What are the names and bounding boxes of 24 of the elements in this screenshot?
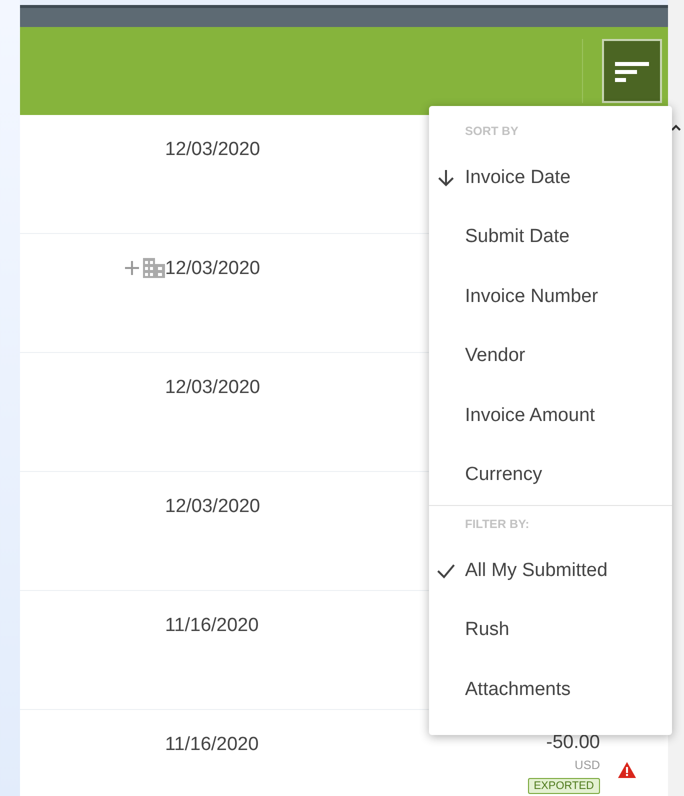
invoice-date: 11/16/2020 xyxy=(165,733,260,757)
menu-item[interactable]: Rush xyxy=(429,600,672,660)
invoice-date: 12/03/2020 xyxy=(165,257,262,281)
menu-item[interactable]: Attachments xyxy=(429,660,672,720)
invoice-date: 12/03/2020 xyxy=(165,138,262,162)
menu-item[interactable]: Submit Date xyxy=(429,208,672,267)
invoice-date: 11/16/2020 xyxy=(165,614,260,638)
menu-item[interactable]: Vendor xyxy=(429,326,672,386)
scroll-up-icon[interactable] xyxy=(671,124,681,131)
status-badge: EXPORTED xyxy=(528,778,600,794)
menu-item[interactable]: Currency xyxy=(429,446,672,505)
currency-code: USD xyxy=(574,758,600,772)
menu-heading: FILTER BY: xyxy=(464,516,530,533)
menu-heading: SORT BY xyxy=(464,123,520,140)
menu-item[interactable]: Invoice Date xyxy=(429,148,672,208)
menu-item[interactable]: Invoice Amount xyxy=(429,386,672,446)
menu-item[interactable]: Invoice Number xyxy=(429,267,672,326)
invoice-amount: -50.00 xyxy=(546,732,600,754)
building-icon xyxy=(143,258,165,278)
sort-button[interactable] xyxy=(602,38,662,103)
menu-item[interactable]: All My Submitted xyxy=(429,541,672,600)
invoice-date: 12/03/2020 xyxy=(165,376,262,400)
invoice-date: 12/03/2020 xyxy=(165,495,262,519)
sort-icon xyxy=(615,60,649,82)
